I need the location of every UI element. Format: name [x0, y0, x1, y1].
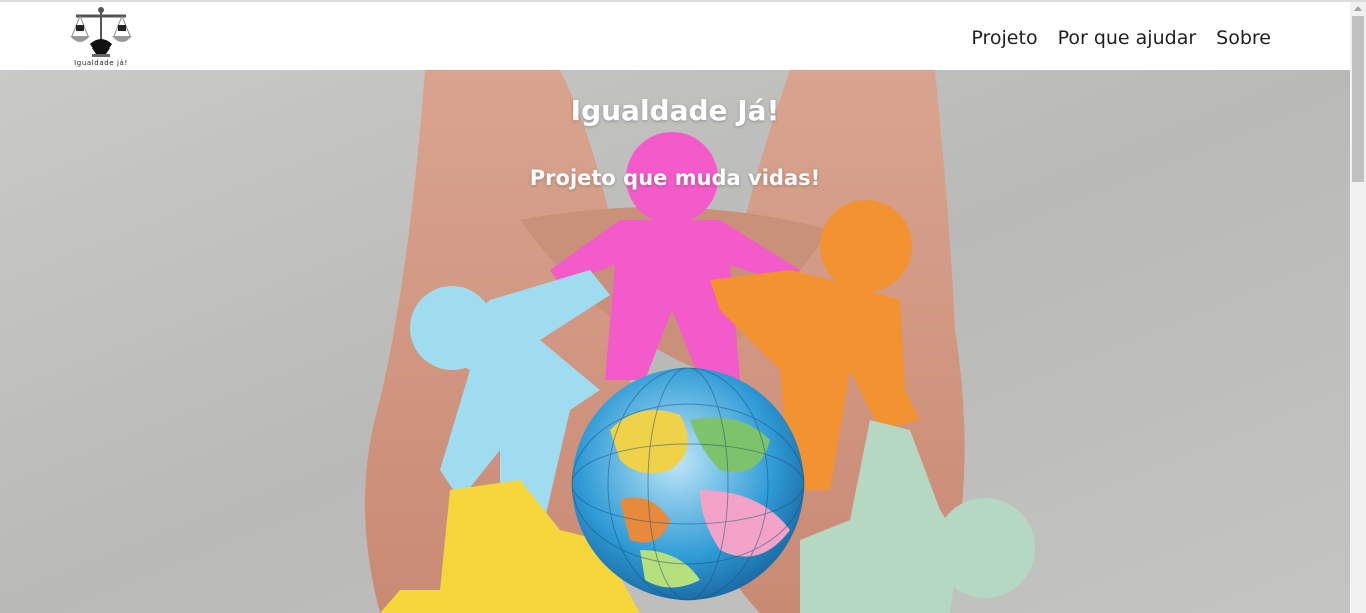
nav-link-por-que-ajudar[interactable]: Por que ajudar — [1058, 26, 1197, 50]
hero-image — [0, 70, 1350, 613]
hero-title: Igualdade Já! — [570, 94, 780, 127]
nav-link-projeto[interactable]: Projeto — [971, 26, 1037, 50]
hero-subtitle: Projeto que muda vidas! — [529, 166, 821, 190]
logo-text: Igualdade já! — [74, 59, 128, 67]
hero-banner: Igualdade Já! Projeto que muda vidas! — [0, 70, 1350, 613]
site-logo[interactable]: Igualdade já! — [68, 4, 136, 70]
main-nav: Projeto Por que ajudar Sobre — [971, 26, 1271, 50]
navbar: Igualdade já! Projeto Por que ajudar Sob… — [0, 2, 1350, 70]
scroll-up-arrow-icon[interactable] — [1354, 6, 1362, 11]
nav-link-sobre[interactable]: Sobre — [1216, 26, 1271, 50]
vertical-scrollbar[interactable] — [1350, 2, 1366, 613]
scrollbar-thumb[interactable] — [1352, 16, 1364, 182]
scales-of-justice-handshake-icon — [70, 7, 132, 57]
